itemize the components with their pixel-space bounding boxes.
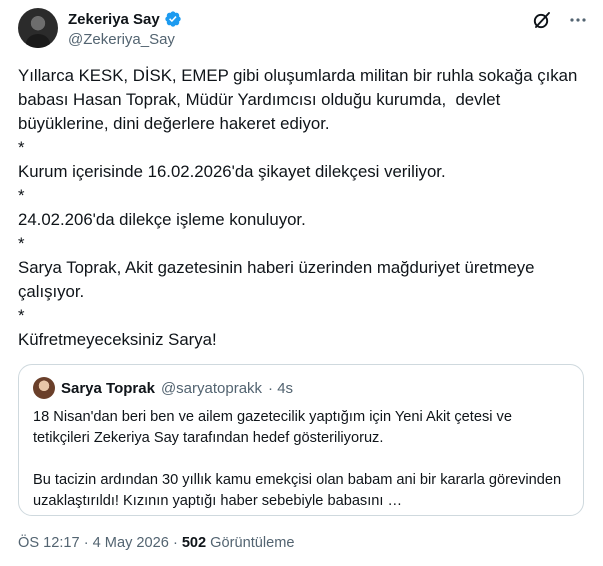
tweet-line: Yıllarca KESK, DİSK, EMEP gibi oluşumlar… <box>18 66 582 133</box>
quoted-paragraph-spacer <box>33 449 569 470</box>
more-button[interactable] <box>568 10 588 30</box>
tweet-line: * <box>18 306 25 325</box>
tweet-line: * <box>18 186 25 205</box>
tweet-line: * <box>18 138 25 157</box>
views-label: Görüntüleme <box>210 535 295 551</box>
tweet-text: Yıllarca KESK, DİSK, EMEP gibi oluşumlar… <box>18 64 578 352</box>
tweet-header: Zekeriya Say @Zekeriya_Say <box>18 8 588 52</box>
tweet-line: Kurum içerisinde 16.02.2026'da şikayet d… <box>18 162 446 181</box>
name-row: Zekeriya Say <box>68 9 182 29</box>
quoted-tweet-text: 18 Nisan'dan beri ben ve ailem gazetecil… <box>33 407 569 512</box>
quoted-time: · 4s <box>268 379 294 397</box>
views-count: 502 <box>181 535 207 551</box>
tweet-line: 24.02.206'da dilekçe işleme konuluyor. <box>18 210 306 229</box>
author-display-name[interactable]: Zekeriya Say <box>68 11 160 28</box>
tweet-line: Küfretmeyeceksiniz Sarya! <box>18 330 217 349</box>
verified-badge-icon <box>165 11 181 27</box>
grok-icon <box>533 12 550 29</box>
tweet-line: * <box>18 234 25 253</box>
quoted-avatar <box>33 377 55 399</box>
avatar[interactable] <box>18 8 58 48</box>
tweet-meta: ÖS 12:17 · 4 May 2026 · 502 Görüntüleme <box>18 535 295 551</box>
more-icon <box>570 18 586 22</box>
grok-button[interactable] <box>532 10 552 30</box>
quoted-handle: @saryatoprakk <box>160 379 263 397</box>
quoted-paragraph: 18 Nisan'dan beri ben ve ailem gazetecil… <box>33 409 517 446</box>
quoted-tweet-header: Sarya Toprak @saryatoprakk · 4s <box>33 377 293 399</box>
quoted-paragraph: Bu tacizin ardından 30 yıllık kamu emekç… <box>33 472 566 509</box>
author-info: Zekeriya Say @Zekeriya_Say <box>68 9 182 48</box>
tweet: Zekeriya Say @Zekeriya_Say Yıllarca KESK… <box>0 0 603 566</box>
timestamp[interactable]: ÖS 12:17 · 4 May 2026 · <box>18 535 178 551</box>
quoted-tweet[interactable]: Sarya Toprak @saryatoprakk · 4s 18 Nisan… <box>18 364 584 516</box>
header-actions <box>532 10 588 30</box>
quoted-display-name: Sarya Toprak <box>61 379 155 397</box>
tweet-line: Sarya Toprak, Akit gazetesinin haberi üz… <box>18 258 540 301</box>
author-handle[interactable]: @Zekeriya_Say <box>68 31 182 48</box>
